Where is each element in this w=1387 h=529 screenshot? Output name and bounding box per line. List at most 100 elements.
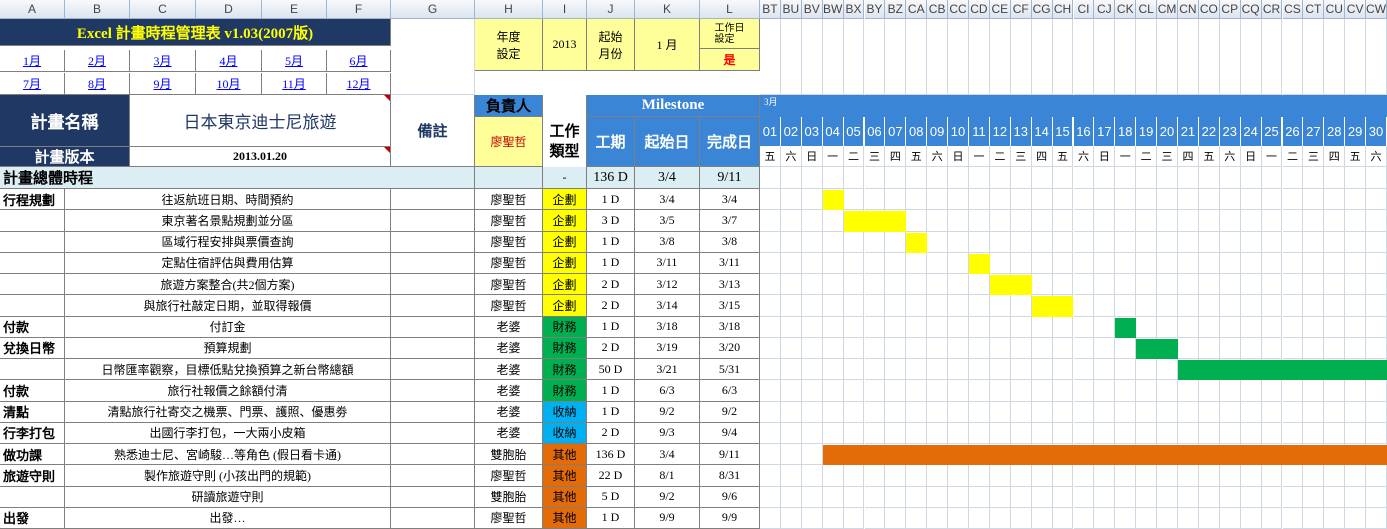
gantt-grid-cell[interactable] [1345, 295, 1367, 317]
task-owner[interactable]: 廖聖哲 [475, 274, 543, 296]
gantt-grid-cell[interactable] [780, 444, 802, 466]
gantt-grid-cell[interactable] [1157, 465, 1178, 487]
gantt-grid-cell[interactable] [1178, 231, 1199, 253]
gantt-grid-cell[interactable] [1115, 274, 1137, 296]
gantt-grid-cell[interactable] [1198, 401, 1220, 423]
gantt-grid-cell[interactable] [1094, 167, 1116, 189]
gantt-grid-cell[interactable] [1136, 422, 1158, 444]
task-type[interactable]: 其他 [543, 486, 587, 508]
gantt-grid-cell[interactable] [969, 465, 990, 487]
gantt-grid-cell[interactable] [1157, 422, 1178, 444]
gantt-grid-cell[interactable] [780, 422, 802, 444]
gantt-grid-cell[interactable] [822, 465, 844, 487]
task-end[interactable]: 3/8 [700, 231, 760, 253]
task-name[interactable]: 預算規劃 [65, 337, 391, 359]
gantt-grid-cell[interactable] [1345, 486, 1367, 508]
gantt-grid-cell[interactable] [969, 210, 990, 232]
task-duration[interactable]: 1 D [587, 189, 635, 211]
column-header[interactable]: E [262, 0, 327, 19]
task-type[interactable]: 企劃 [543, 189, 587, 211]
gantt-grid-cell[interactable] [1324, 422, 1346, 444]
gantt-grid-cell[interactable] [1157, 401, 1178, 423]
gantt-grid-cell[interactable] [1136, 401, 1158, 423]
gantt-grid-cell[interactable] [1324, 507, 1346, 529]
task-name[interactable]: 清點旅行社寄交之機票、門票、護照、優惠劵 [65, 401, 391, 423]
gantt-grid-cell[interactable] [801, 19, 823, 95]
task-end[interactable]: 8/31 [700, 465, 760, 487]
gantt-grid-cell[interactable] [1324, 465, 1346, 487]
gantt-grid-cell[interactable] [989, 210, 1011, 232]
gantt-grid-cell[interactable] [760, 422, 781, 444]
gantt-grid-cell[interactable] [1219, 231, 1241, 253]
gantt-grid-cell[interactable] [1198, 274, 1220, 296]
gantt-grid-cell[interactable] [1157, 19, 1178, 95]
gantt-grid-cell[interactable] [1324, 274, 1346, 296]
gantt-grid-cell[interactable] [1240, 274, 1262, 296]
gantt-grid-cell[interactable] [1031, 231, 1053, 253]
gantt-grid-cell[interactable] [969, 295, 990, 317]
month-link-4[interactable]: 4月 [196, 50, 262, 72]
gantt-grid-cell[interactable] [801, 274, 823, 296]
gantt-grid-cell[interactable] [1115, 465, 1137, 487]
gantt-grid-cell[interactable] [1282, 486, 1304, 508]
column-header[interactable]: A [0, 0, 65, 19]
gantt-grid-cell[interactable] [1031, 19, 1053, 95]
gantt-grid-cell[interactable] [780, 167, 802, 189]
gantt-grid-cell[interactable] [1094, 19, 1116, 95]
gantt-grid-cell[interactable] [1345, 401, 1367, 423]
gantt-grid-cell[interactable] [1219, 401, 1241, 423]
gantt-grid-cell[interactable] [1366, 486, 1387, 508]
gantt-grid-cell[interactable] [843, 486, 865, 508]
gantt-grid-cell[interactable] [1303, 167, 1325, 189]
gantt-grid-cell[interactable] [1324, 231, 1346, 253]
gantt-grid-cell[interactable] [760, 231, 781, 253]
task-name[interactable]: 旅行社報價之餘額付清 [65, 380, 391, 402]
gantt-grid-cell[interactable] [989, 359, 1011, 381]
task-type[interactable]: 財務 [543, 337, 587, 359]
column-header[interactable]: BU [780, 0, 802, 19]
gantt-grid-cell[interactable] [1031, 486, 1053, 508]
column-header[interactable]: B [65, 0, 130, 19]
gantt-grid-cell[interactable] [1115, 422, 1137, 444]
column-header[interactable]: G [391, 0, 475, 19]
gantt-grid-cell[interactable] [906, 252, 928, 274]
gantt-grid-cell[interactable] [906, 380, 928, 402]
gantt-grid-cell[interactable] [1136, 316, 1158, 338]
gantt-grid-cell[interactable] [1178, 295, 1199, 317]
column-header[interactable]: L [700, 0, 760, 19]
gantt-grid-cell[interactable] [822, 295, 844, 317]
gantt-grid-cell[interactable] [1073, 252, 1095, 274]
task-duration[interactable]: 1 D [587, 401, 635, 423]
gantt-grid-cell[interactable] [822, 274, 844, 296]
column-header[interactable]: I [543, 0, 587, 19]
month-link-5[interactable]: 5月 [262, 50, 327, 72]
task-note[interactable] [391, 231, 475, 253]
task-name[interactable]: 製作旅遊守則 (小孩出門的規範) [65, 465, 391, 487]
task-note[interactable] [391, 380, 475, 402]
gantt-grid-cell[interactable] [1052, 465, 1074, 487]
gantt-grid-cell[interactable] [1366, 189, 1387, 211]
gantt-grid-cell[interactable] [1115, 167, 1137, 189]
column-header[interactable]: CJ [1094, 0, 1116, 19]
gantt-grid-cell[interactable] [864, 231, 886, 253]
gantt-grid-cell[interactable] [1282, 422, 1304, 444]
project-version-value[interactable]: 2013.01.20 [130, 147, 391, 167]
gantt-grid-cell[interactable] [1115, 486, 1137, 508]
gantt-grid-cell[interactable] [1366, 167, 1387, 189]
gantt-grid-cell[interactable] [885, 337, 907, 359]
gantt-grid-cell[interactable] [1115, 359, 1137, 381]
gantt-grid-cell[interactable] [1219, 465, 1241, 487]
gantt-grid-cell[interactable] [760, 486, 781, 508]
gantt-grid-cell[interactable] [801, 295, 823, 317]
gantt-grid-cell[interactable] [927, 19, 949, 95]
gantt-grid-cell[interactable] [1366, 231, 1387, 253]
gantt-grid-cell[interactable] [1115, 295, 1137, 317]
gantt-grid-cell[interactable] [1052, 380, 1074, 402]
column-header[interactable]: CR [1261, 0, 1283, 19]
task-note[interactable] [391, 422, 475, 444]
gantt-grid-cell[interactable] [1219, 189, 1241, 211]
gantt-grid-cell[interactable] [989, 380, 1011, 402]
gantt-grid-cell[interactable] [1136, 486, 1158, 508]
gantt-grid-cell[interactable] [760, 316, 781, 338]
gantt-grid-cell[interactable] [1031, 252, 1053, 274]
